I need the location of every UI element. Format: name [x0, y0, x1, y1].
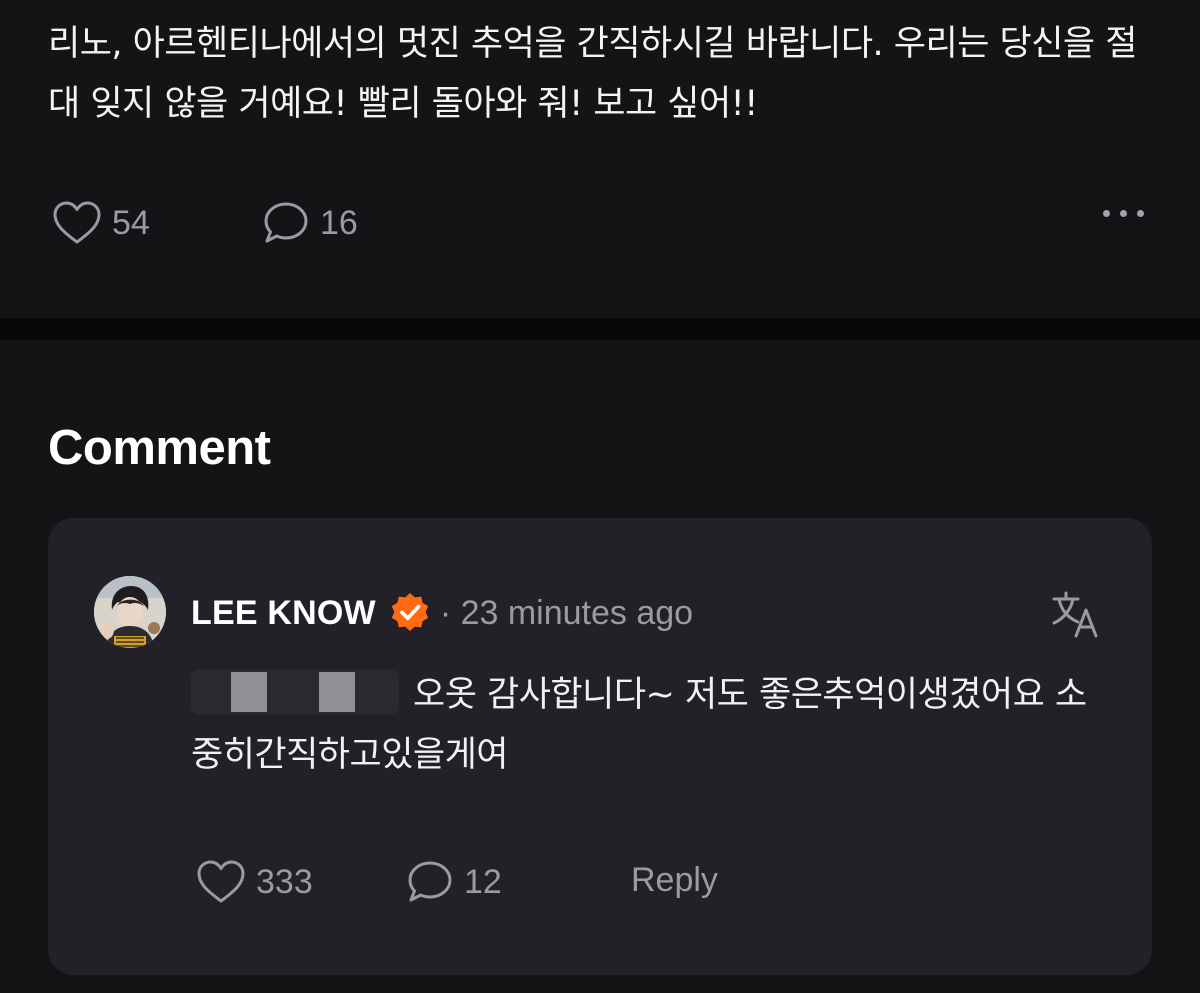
comment-body: 오옷 감사합니다~ 저도 좋은추억이생겼어요 소중히간직하고있을게여	[191, 665, 1101, 785]
comment-icon	[408, 861, 452, 902]
ellipsis-dot-icon	[1120, 210, 1127, 217]
comment-like-button[interactable]: 333	[196, 859, 313, 905]
ellipsis-dot-icon	[1103, 210, 1110, 217]
section-divider	[0, 318, 1200, 340]
avatar-image-icon	[94, 576, 166, 648]
heart-icon	[197, 860, 245, 903]
avatar[interactable]	[94, 576, 166, 648]
translate-icon	[1052, 591, 1098, 638]
post-like-button[interactable]: 54	[52, 200, 150, 246]
comment-section: Comment LEE KNOW · 23 minutes ago 오옷 감사합…	[0, 340, 1200, 993]
redaction-block	[231, 672, 267, 712]
comment-reply-count: 12	[464, 862, 502, 901]
comment-like-count: 333	[256, 862, 313, 901]
post: 리노, 아르헨티나에서의 멋진 추억을 간직하시길 바랍니다. 우리는 당신을 …	[0, 0, 1200, 318]
heart-icon	[53, 201, 101, 244]
comment-card: LEE KNOW · 23 minutes ago 오옷 감사합니다~ 저도 좋…	[48, 518, 1152, 975]
comment-reply-count-button[interactable]: 12	[406, 859, 502, 905]
redaction-block	[319, 672, 355, 712]
translate-button[interactable]	[1050, 588, 1102, 640]
comment-timestamp: · 23 minutes ago	[439, 593, 694, 632]
post-text: 리노, 아르헨티나에서의 멋진 추억을 간직하시길 바랍니다. 우리는 당신을 …	[48, 24, 1137, 124]
section-title: Comment	[48, 421, 271, 475]
comment-icon	[264, 202, 308, 243]
page: 리노, 아르헨티나에서의 멋진 추억을 간직하시길 바랍니다. 우리는 당신을 …	[0, 0, 1200, 993]
comment-header: LEE KNOW · 23 minutes ago	[191, 590, 693, 636]
post-comment-count: 16	[320, 203, 358, 242]
post-comment-button[interactable]: 16	[262, 200, 358, 246]
more-options-button[interactable]	[1103, 210, 1144, 217]
post-like-count: 54	[112, 203, 150, 242]
verified-badge-icon	[391, 593, 429, 631]
author-name[interactable]: LEE KNOW	[191, 594, 376, 633]
ellipsis-dot-icon	[1137, 210, 1144, 217]
redacted-mention	[191, 670, 399, 714]
reply-button[interactable]: Reply	[631, 861, 718, 900]
